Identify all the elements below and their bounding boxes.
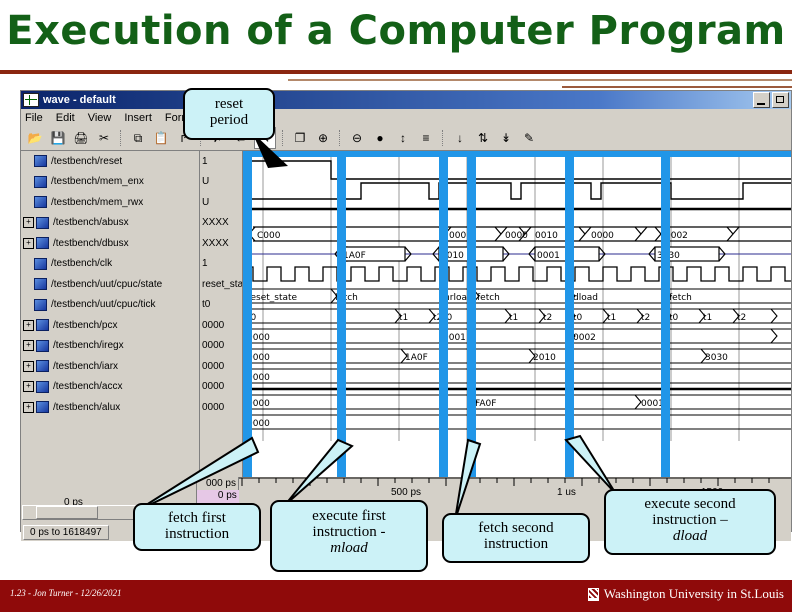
callout-line: execute first xyxy=(312,508,386,524)
callout-line: instruction – xyxy=(652,512,728,529)
pointer-fetch-first xyxy=(134,436,260,513)
pointer-execute-second xyxy=(564,434,617,495)
callout-line: instruction - xyxy=(312,524,386,541)
callout-line: execute second xyxy=(644,496,736,512)
callout-line: reset xyxy=(214,96,244,112)
callout-execute-first: execute first instruction - mload xyxy=(270,500,428,572)
callout-fetch-second: fetch second instruction xyxy=(442,513,590,563)
callout-emphasis: dload xyxy=(672,528,708,545)
callout-execute-second: execute second instruction – dload xyxy=(604,489,776,555)
callout-fetch-first: fetch first instruction xyxy=(133,503,261,551)
callout-line: instruction xyxy=(164,526,230,543)
callout-line: period xyxy=(209,112,249,129)
callout-line: fetch first xyxy=(168,510,226,526)
pointer-execute-first xyxy=(284,438,354,506)
pointer-fetch-second xyxy=(454,438,482,521)
callout-line: fetch second xyxy=(478,520,554,536)
callout-line: instruction xyxy=(483,536,549,553)
callout-emphasis: mload xyxy=(330,540,368,557)
callout-reset-period: reset period xyxy=(183,88,275,140)
